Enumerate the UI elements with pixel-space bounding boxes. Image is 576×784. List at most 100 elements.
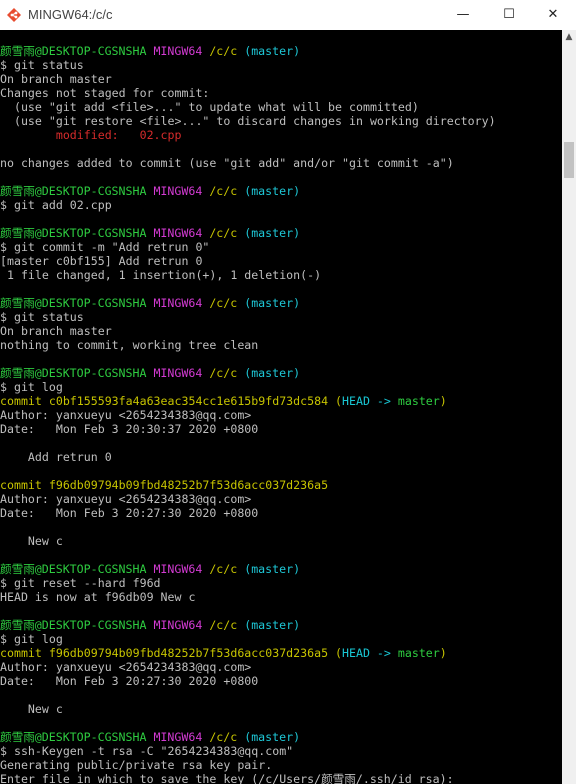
prompt-line: 颜雪雨@DESKTOP-CGSNSHA MINGW64 /c/c (master… xyxy=(0,730,562,744)
output-line: On branch master xyxy=(0,72,112,86)
commit-decoration-head: HEAD -> master xyxy=(342,394,440,408)
prompt-branch: (master) xyxy=(244,226,301,240)
output-line: 1 file changed, 1 insertion(+), 1 deleti… xyxy=(0,268,322,282)
terminal-text: 颜雪雨@DESKTOP-CGSNSHA MINGW64 /c/c (master… xyxy=(0,30,562,784)
prompt-path: /c/c xyxy=(209,184,238,198)
commit-line: commit c0bf155593fa4a63eac354cc1e615b9fd… xyxy=(0,394,562,408)
mingw-git-icon xyxy=(7,8,21,22)
prompt-user: 颜雪雨@DESKTOP-CGSNSHA xyxy=(0,562,147,576)
commit-decoration-open: ( xyxy=(328,394,343,408)
commit-decoration-open: ( xyxy=(328,646,343,660)
prompt-user: 颜雪雨@DESKTOP-CGSNSHA xyxy=(0,226,147,240)
prompt-line: 颜雪雨@DESKTOP-CGSNSHA MINGW64 /c/c (master… xyxy=(0,184,562,198)
prompt-user: 颜雪雨@DESKTOP-CGSNSHA xyxy=(0,44,147,58)
title-bar[interactable]: MINGW64:/c/c — ☐ ✕ xyxy=(0,0,576,30)
prompt-path: /c/c xyxy=(209,296,238,310)
commit-line: commit f96db09794b09fbd48252b7f53d6acc03… xyxy=(0,478,562,492)
scroll-up-arrow-icon[interactable]: ▲ xyxy=(562,30,576,44)
prompt-host: MINGW64 xyxy=(153,618,203,632)
prompt-branch: (master) xyxy=(244,562,301,576)
output-line: $ git commit -m "Add retrun 0" xyxy=(0,240,210,254)
output-line: Date: Mon Feb 3 20:27:30 2020 +0800 xyxy=(0,506,259,520)
close-button[interactable]: ✕ xyxy=(530,0,576,30)
prompt-host: MINGW64 xyxy=(153,730,203,744)
output-line: no changes added to commit (use "git add… xyxy=(0,156,454,170)
prompt-line: 颜雪雨@DESKTOP-CGSNSHA MINGW64 /c/c (master… xyxy=(0,366,562,380)
vertical-scrollbar[interactable]: ▲ xyxy=(562,30,576,784)
prompt-path: /c/c xyxy=(209,366,238,380)
prompt-branch: (master) xyxy=(244,296,301,310)
scrollbar-thumb[interactable] xyxy=(564,142,574,178)
prompt-branch: (master) xyxy=(244,618,301,632)
output-line: Date: Mon Feb 3 20:30:37 2020 +0800 xyxy=(0,422,259,436)
output-line: Date: Mon Feb 3 20:27:30 2020 +0800 xyxy=(0,674,259,688)
prompt-branch: (master) xyxy=(244,184,301,198)
prompt-user: 颜雪雨@DESKTOP-CGSNSHA xyxy=(0,184,147,198)
prompt-line: 颜雪雨@DESKTOP-CGSNSHA MINGW64 /c/c (master… xyxy=(0,618,562,632)
prompt-branch: (master) xyxy=(244,44,301,58)
prompt-line: 颜雪雨@DESKTOP-CGSNSHA MINGW64 /c/c (master… xyxy=(0,226,562,240)
output-line: New c xyxy=(0,702,63,716)
prompt-host: MINGW64 xyxy=(153,562,203,576)
prompt-host: MINGW64 xyxy=(153,44,203,58)
prompt-host: MINGW64 xyxy=(153,184,203,198)
prompt-host: MINGW64 xyxy=(153,366,203,380)
output-line: On branch master xyxy=(0,324,112,338)
prompt-host: MINGW64 xyxy=(153,226,203,240)
prompt-line: 颜雪雨@DESKTOP-CGSNSHA MINGW64 /c/c (master… xyxy=(0,562,562,576)
window-title: MINGW64:/c/c xyxy=(28,7,113,22)
commit-hash: commit c0bf155593fa4a63eac354cc1e615b9fd… xyxy=(0,394,329,408)
prompt-user: 颜雪雨@DESKTOP-CGSNSHA xyxy=(0,618,147,632)
output-line: [master c0bf155] Add retrun 0 xyxy=(0,254,203,268)
minimize-button[interactable]: — xyxy=(440,0,486,30)
output-line: Add retrun 0 xyxy=(0,450,112,464)
maximize-button[interactable]: ☐ xyxy=(486,0,532,30)
output-line: $ git log xyxy=(0,380,63,394)
output-line: Author: yanxueyu <2654234383@qq.com> xyxy=(0,408,252,422)
prompt-branch: (master) xyxy=(244,366,301,380)
output-line: $ git status xyxy=(0,58,84,72)
terminal-output[interactable]: 颜雪雨@DESKTOP-CGSNSHA MINGW64 /c/c (master… xyxy=(0,30,562,784)
output-line: New c xyxy=(0,534,63,548)
prompt-line: 颜雪雨@DESKTOP-CGSNSHA MINGW64 /c/c (master… xyxy=(0,44,562,58)
output-line: Author: yanxueyu <2654234383@qq.com> xyxy=(0,492,252,506)
commit-hash: commit f96db09794b09fbd48252b7f53d6acc03… xyxy=(0,646,329,660)
prompt-path: /c/c xyxy=(209,44,238,58)
output-line: Enter file in which to save the key (/c/… xyxy=(0,772,454,784)
output-line: Author: yanxueyu <2654234383@qq.com> xyxy=(0,660,252,674)
output-line: HEAD is now at f96db09 New c xyxy=(0,590,196,604)
prompt-user: 颜雪雨@DESKTOP-CGSNSHA xyxy=(0,730,147,744)
prompt-host: MINGW64 xyxy=(153,296,203,310)
commit-line: commit f96db09794b09fbd48252b7f53d6acc03… xyxy=(0,646,562,660)
prompt-user: 颜雪雨@DESKTOP-CGSNSHA xyxy=(0,366,147,380)
prompt-path: /c/c xyxy=(209,226,238,240)
commit-hash: commit f96db09794b09fbd48252b7f53d6acc03… xyxy=(0,478,329,492)
output-line: $ git status xyxy=(0,310,84,324)
prompt-line: 颜雪雨@DESKTOP-CGSNSHA MINGW64 /c/c (master… xyxy=(0,296,562,310)
output-line: $ git reset --hard f96d xyxy=(0,576,161,590)
prompt-user: 颜雪雨@DESKTOP-CGSNSHA xyxy=(0,296,147,310)
modified-file-line: modified: 02.cpp xyxy=(0,128,182,142)
output-line: (use "git restore <file>..." to discard … xyxy=(0,114,496,128)
commit-decoration-close: ) xyxy=(439,394,447,408)
output-line: Generating public/private rsa key pair. xyxy=(0,758,273,772)
output-line: $ git log xyxy=(0,632,63,646)
output-line: nothing to commit, working tree clean xyxy=(0,338,259,352)
prompt-path: /c/c xyxy=(209,562,238,576)
commit-decoration-head: HEAD -> master xyxy=(342,646,440,660)
prompt-path: /c/c xyxy=(209,618,238,632)
output-line: $ ssh-Keygen -t rsa -C "2654234383@qq.co… xyxy=(0,744,294,758)
output-line: $ git add 02.cpp xyxy=(0,198,112,212)
prompt-branch: (master) xyxy=(244,730,301,744)
output-line: Changes not staged for commit: xyxy=(0,86,210,100)
